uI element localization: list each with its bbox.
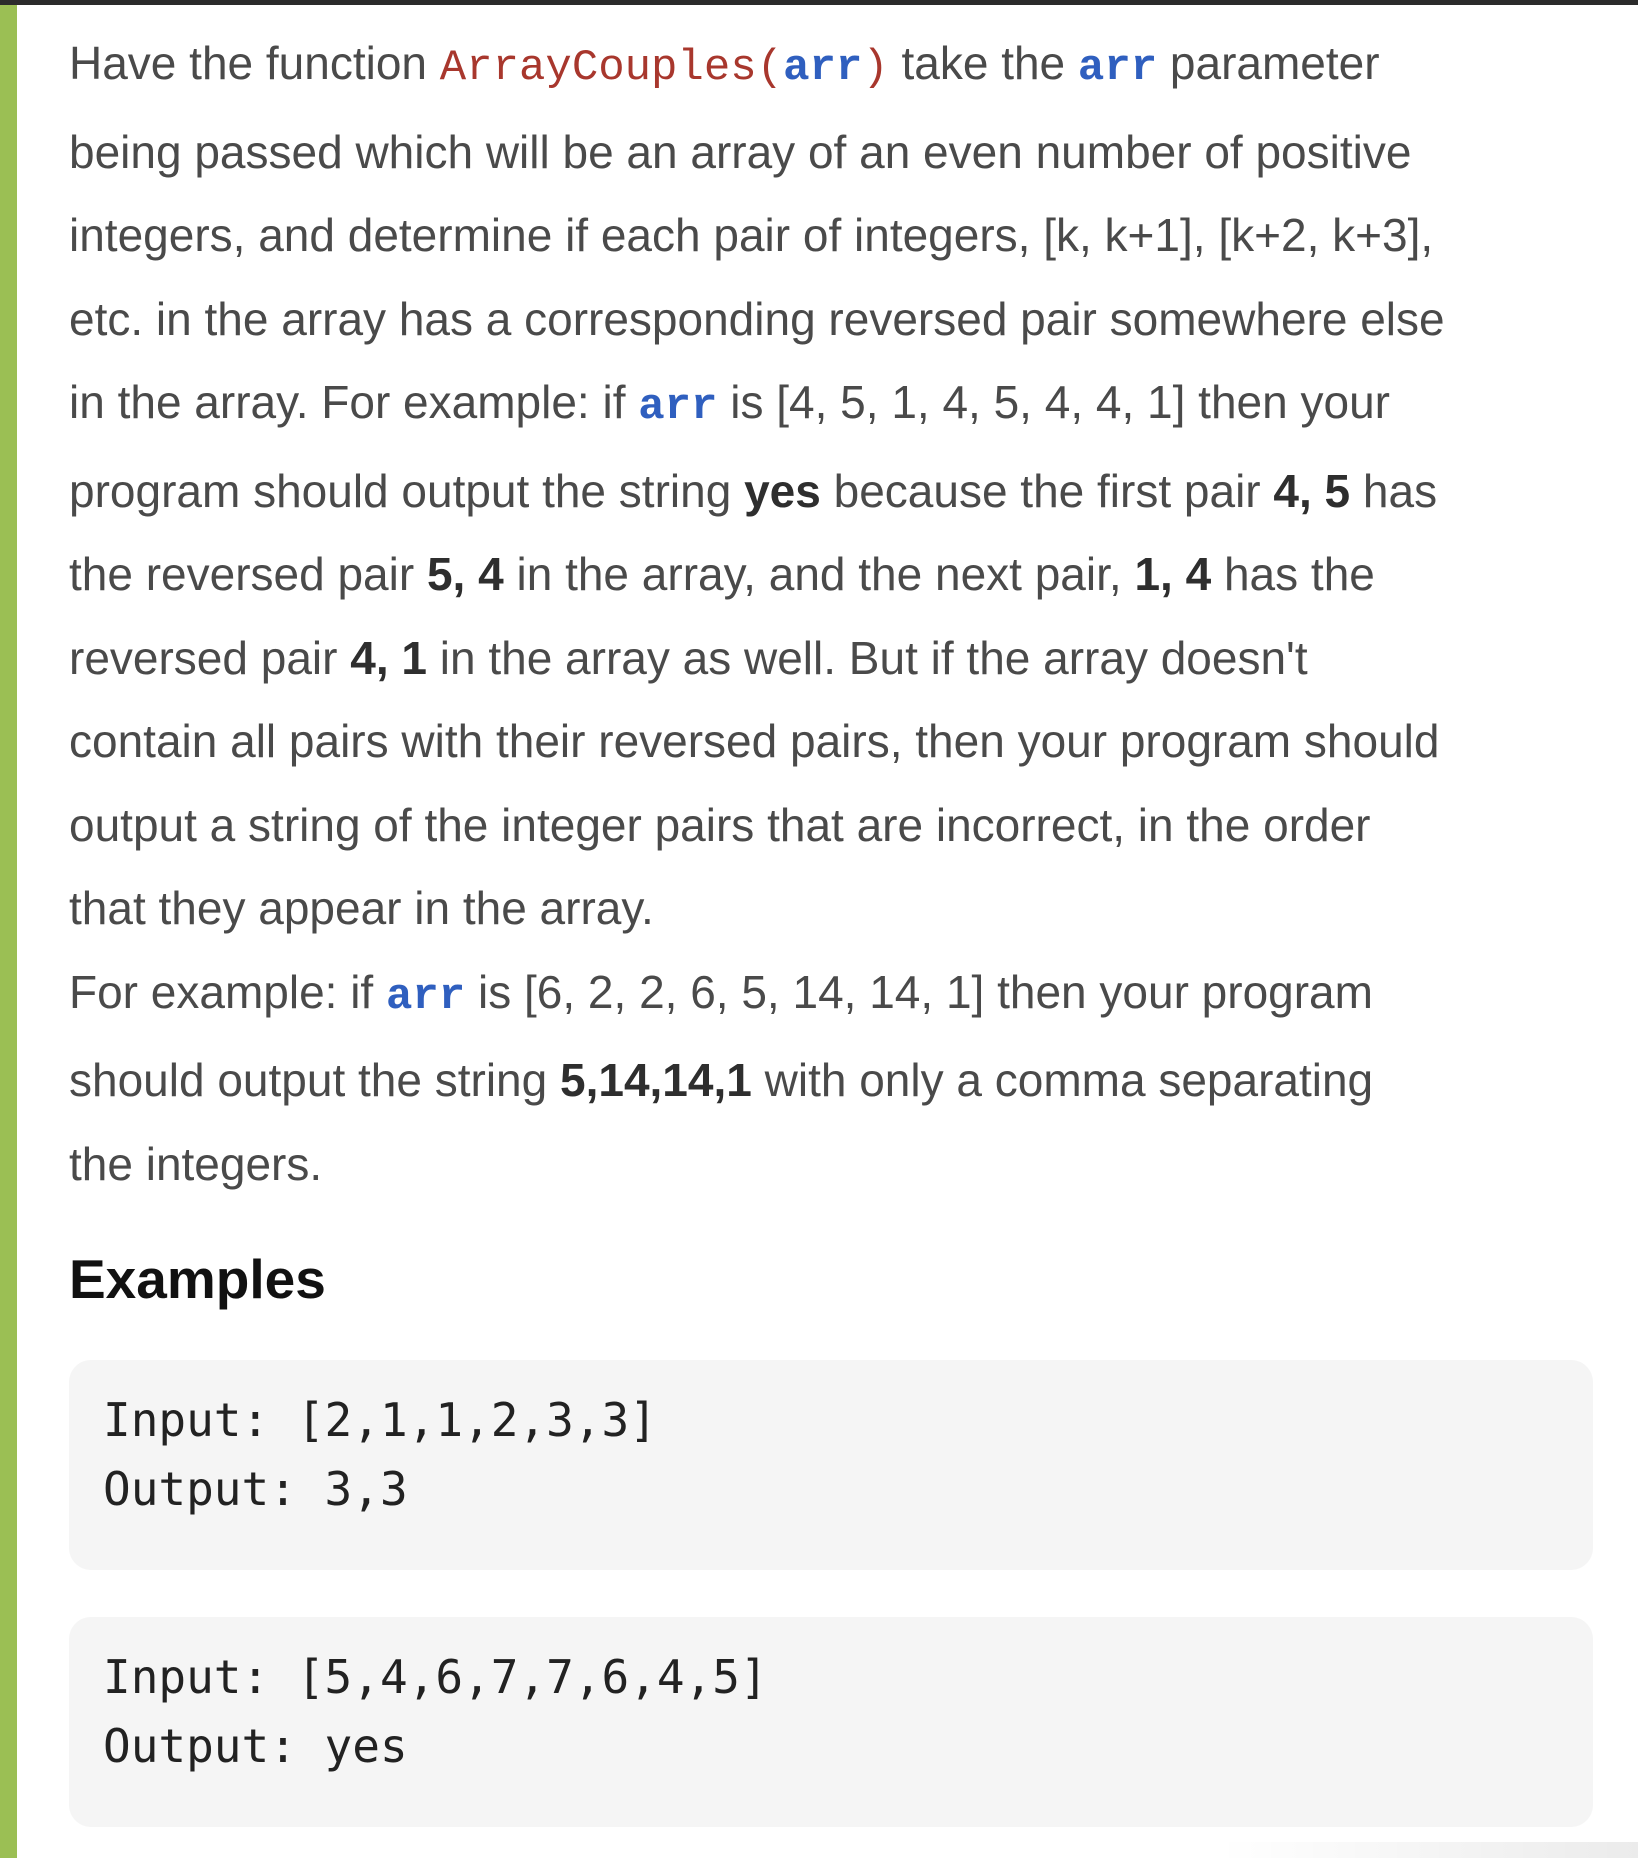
- bottom-shadow: [1218, 1842, 1638, 1858]
- description-line: integers, and determine if each pair of …: [69, 209, 1434, 261]
- description-line: should output the string 5,14,14,1 with …: [69, 1054, 1374, 1106]
- description-line: the integers.: [69, 1137, 323, 1190]
- bold-output-value: 5,14,14,1: [560, 1054, 752, 1106]
- description-line: in the array. For example: if arr is [4,…: [69, 376, 1390, 432]
- description-line: Have the function ArrayCouples(arr) take…: [69, 37, 1380, 93]
- description-line: the reversed pair 5, 4 in the array, and…: [69, 548, 1375, 600]
- code-variable: arr: [386, 971, 466, 1022]
- examples-heading: Examples: [69, 1248, 326, 1310]
- left-accent-bar: [0, 5, 17, 1858]
- description-line: contain all pairs with their reversed pa…: [69, 715, 1440, 767]
- example-code-block: Input: [5,4,6,7,7,6,4,5] Output: yes: [69, 1617, 1593, 1827]
- description-line: output a string of the integer pairs tha…: [69, 798, 1371, 851]
- window-top-border: [0, 0, 1638, 5]
- challenge-content: Have the function ArrayCouples(arr) take…: [69, 22, 1597, 1827]
- code-variable: arr: [638, 382, 718, 432]
- function-name: ArrayCouples(arr): [439, 43, 889, 93]
- description-line: reversed pair 4, 1 in the array as well.…: [69, 631, 1308, 684]
- challenge-description: Have the function ArrayCouples(arr) take…: [69, 22, 1597, 1206]
- example-output: Output: 3,3: [103, 1462, 408, 1516]
- description-line: etc. in the array has a corresponding re…: [69, 292, 1445, 345]
- description-line: For example: if arr is [6, 2, 2, 6, 5, 1…: [69, 965, 1373, 1022]
- description-line: that they appear in the array.: [69, 882, 654, 934]
- example-input: Input: [5,4,6,7,7,6,4,5]: [103, 1650, 768, 1704]
- bold-pair: 4, 5: [1273, 464, 1351, 517]
- bold-pair: 5, 4: [426, 548, 504, 600]
- example-output: Output: yes: [103, 1719, 408, 1773]
- bold-pair: 1, 4: [1134, 548, 1212, 600]
- bold-pair: 4, 1: [350, 631, 427, 684]
- function-argument: arr: [783, 43, 863, 93]
- description-line: program should output the string yes bec…: [69, 464, 1438, 517]
- example-input: Input: [2,1,1,2,3,3]: [103, 1393, 657, 1447]
- example-code-block: Input: [2,1,1,2,3,3] Output: 3,3: [69, 1360, 1593, 1570]
- description-line: being passed which will be an array of a…: [69, 125, 1412, 178]
- bold-output-value: yes: [744, 464, 821, 517]
- code-variable: arr: [1077, 43, 1158, 93]
